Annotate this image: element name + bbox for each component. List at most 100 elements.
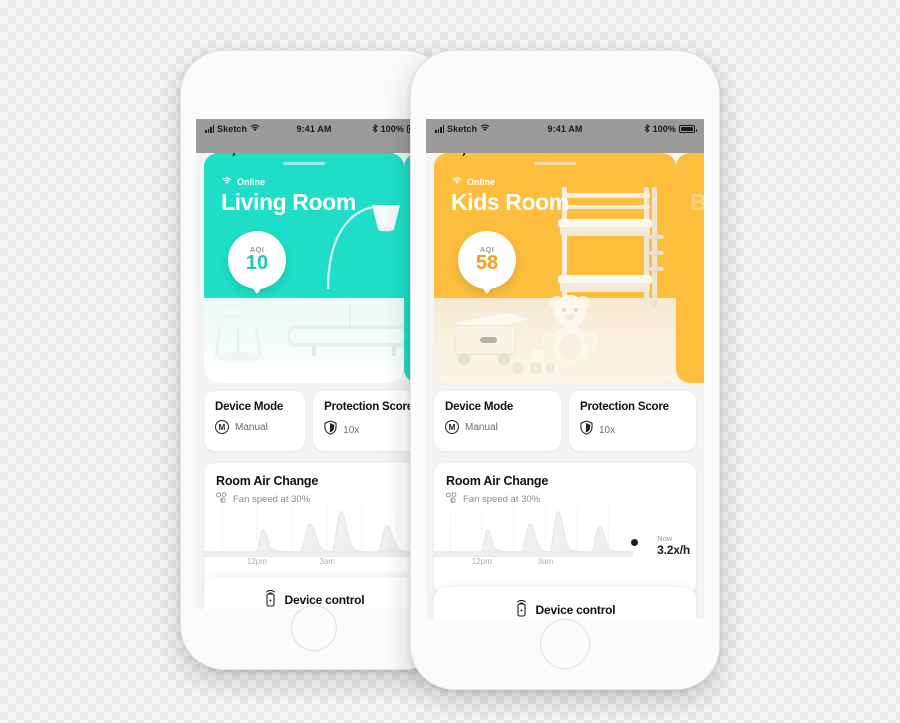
tile-device-mode[interactable]: Device Mode M Manual: [434, 391, 561, 451]
chart-plot: [204, 507, 424, 557]
chart-now-value: 3.2x/h: [657, 543, 690, 557]
status-bar-left: Sketch: [205, 124, 260, 134]
tile-value: Manual: [235, 421, 268, 433]
online-label: Online: [467, 177, 496, 187]
air-change-title: Room Air Change: [446, 474, 549, 488]
air-change-subtitle: Fan speed at 30%: [463, 494, 541, 505]
battery-full-icon: [679, 125, 697, 133]
air-change-title: Room Air Change: [216, 474, 319, 488]
signal-bars-icon: [205, 125, 214, 133]
status-bar: Sketch 9:41 AM 100%: [426, 119, 704, 139]
toy-car-icon: [512, 349, 555, 374]
mode-manual-icon: M: [445, 420, 459, 434]
room-card-kids-room[interactable]: Online Kids Room AQI 58: [434, 153, 676, 383]
tile-value-row: M Manual: [445, 420, 550, 434]
tile-title: Device Mode: [445, 401, 514, 413]
status-bar: Sketch 9:41 AM 100%: [196, 119, 432, 139]
clock-label: 9:41 AM: [547, 124, 583, 134]
card-drag-handle[interactable]: [283, 162, 325, 165]
device-control-bar[interactable]: Device control: [434, 587, 696, 619]
shield-icon: [324, 420, 337, 440]
status-bar-left: Sketch: [435, 124, 490, 134]
app-content-right: Hi, Jake Bedroom: [426, 139, 704, 619]
battery-percent-label: 100%: [380, 124, 404, 134]
aqi-value: 10: [245, 252, 269, 275]
chart-axis-ticks: 12pm 3am: [204, 557, 424, 571]
tile-protection-score[interactable]: Protection Score 10x: [569, 391, 696, 451]
room-card-next-title: Bedroom: [690, 189, 704, 215]
chart-tick-label: 12pm: [246, 557, 267, 566]
chart-now-marker: [630, 539, 638, 546]
device-control-label: Device control: [535, 603, 616, 617]
wifi-icon: [480, 124, 490, 134]
chart-axis-ticks: 12pm 3am: [434, 557, 633, 571]
app-content-left: Hi, Jake Kids Room: [196, 139, 432, 609]
chart-now-label: Now: [657, 534, 673, 543]
bluetooth-icon: [644, 123, 650, 135]
battery-percent-label: 100%: [652, 124, 676, 134]
chart-plot: [434, 507, 634, 557]
tile-title: Protection Score: [580, 401, 669, 413]
status-bar-right: 100%: [644, 123, 697, 135]
device-control-label: Device control: [284, 593, 365, 607]
status-overlap-mask: [426, 139, 704, 153]
wifi-icon: [222, 177, 232, 187]
room-card-carousel[interactable]: Bedroom: [426, 153, 704, 383]
online-status: Online: [452, 177, 495, 187]
status-overlap-mask: [196, 139, 432, 153]
carrier-label: Sketch: [447, 124, 478, 134]
phone-device-left: Sketch 9:41 AM 100% Hi, Jake Kids Roo: [180, 50, 448, 670]
tile-title: Device Mode: [215, 401, 284, 413]
chart-area-series: [434, 510, 634, 557]
wifi-icon: [452, 177, 462, 187]
online-label: Online: [237, 177, 266, 187]
side-table-icon: [214, 309, 262, 362]
chart-tick-label: 3am: [319, 557, 335, 566]
sofa-icon: [288, 301, 404, 356]
wifi-icon: [250, 124, 260, 134]
shield-icon: [580, 420, 593, 440]
chart-tick-label: 12pm: [471, 557, 492, 566]
mode-manual-icon: M: [215, 420, 229, 434]
room-title: Living Room: [221, 189, 356, 215]
tile-device-mode[interactable]: Device Mode M Manual: [204, 391, 306, 451]
phone-device-right: Sketch 9:41 AM 100% Hi, Jake Bedroom: [410, 50, 720, 690]
aqi-badge: AQI 58: [458, 231, 516, 294]
room-air-change-panel: Room Air Change Fan speed at 30% 12pm 3a…: [434, 463, 696, 595]
room-title: Kids Room: [451, 189, 569, 215]
clock-label: 9:41 AM: [296, 124, 332, 134]
air-change-subtitle: Fan speed at 30%: [233, 494, 311, 505]
card-drag-handle[interactable]: [534, 162, 576, 165]
room-air-change-panel: Room Air Change Fan speed at 30% 12pm 3a…: [204, 463, 424, 595]
home-button[interactable]: [291, 605, 337, 651]
remote-control-icon: [515, 599, 528, 620]
carrier-label: Sketch: [217, 124, 248, 134]
tile-title: Protection Score: [324, 401, 413, 413]
info-tiles: Device Mode M Manual Protection Score 10…: [434, 391, 696, 451]
room-card-living-room[interactable]: Online Living Room AQI 10: [204, 153, 404, 383]
tile-value: 10x: [599, 424, 616, 436]
home-button[interactable]: [540, 619, 590, 669]
tile-value-row: 10x: [324, 420, 413, 440]
tile-protection-score[interactable]: Protection Score 10x: [313, 391, 424, 451]
room-card-carousel[interactable]: Kids Room: [196, 153, 432, 383]
phone-screen-right: Sketch 9:41 AM 100% Hi, Jake Bedroom: [426, 119, 704, 619]
tile-value-row: 10x: [580, 420, 685, 440]
chart-tick-label: 3am: [537, 557, 554, 566]
info-tiles: Device Mode M Manual Protection Score 10…: [204, 391, 424, 451]
tile-value-row: M Manual: [215, 420, 294, 434]
aqi-badge: AQI 10: [228, 231, 286, 294]
air-change-chart: 12pm 3am Now 3.2x/h: [434, 505, 696, 571]
chart-now-annotation: Now 3.2x/h: [657, 534, 690, 557]
aqi-value: 58: [475, 252, 499, 275]
bluetooth-icon: [372, 123, 378, 135]
online-status: Online: [222, 177, 265, 187]
tile-value: 10x: [343, 424, 360, 436]
air-change-chart: 12pm 3am: [204, 505, 424, 571]
phone-screen-left: Sketch 9:41 AM 100% Hi, Jake Kids Roo: [196, 119, 432, 609]
room-card-next[interactable]: Bedroom: [676, 153, 704, 383]
chart-area-series: [204, 510, 424, 557]
remote-control-icon: [264, 589, 277, 610]
tile-value: Manual: [465, 421, 498, 433]
signal-bars-icon: [435, 125, 444, 133]
